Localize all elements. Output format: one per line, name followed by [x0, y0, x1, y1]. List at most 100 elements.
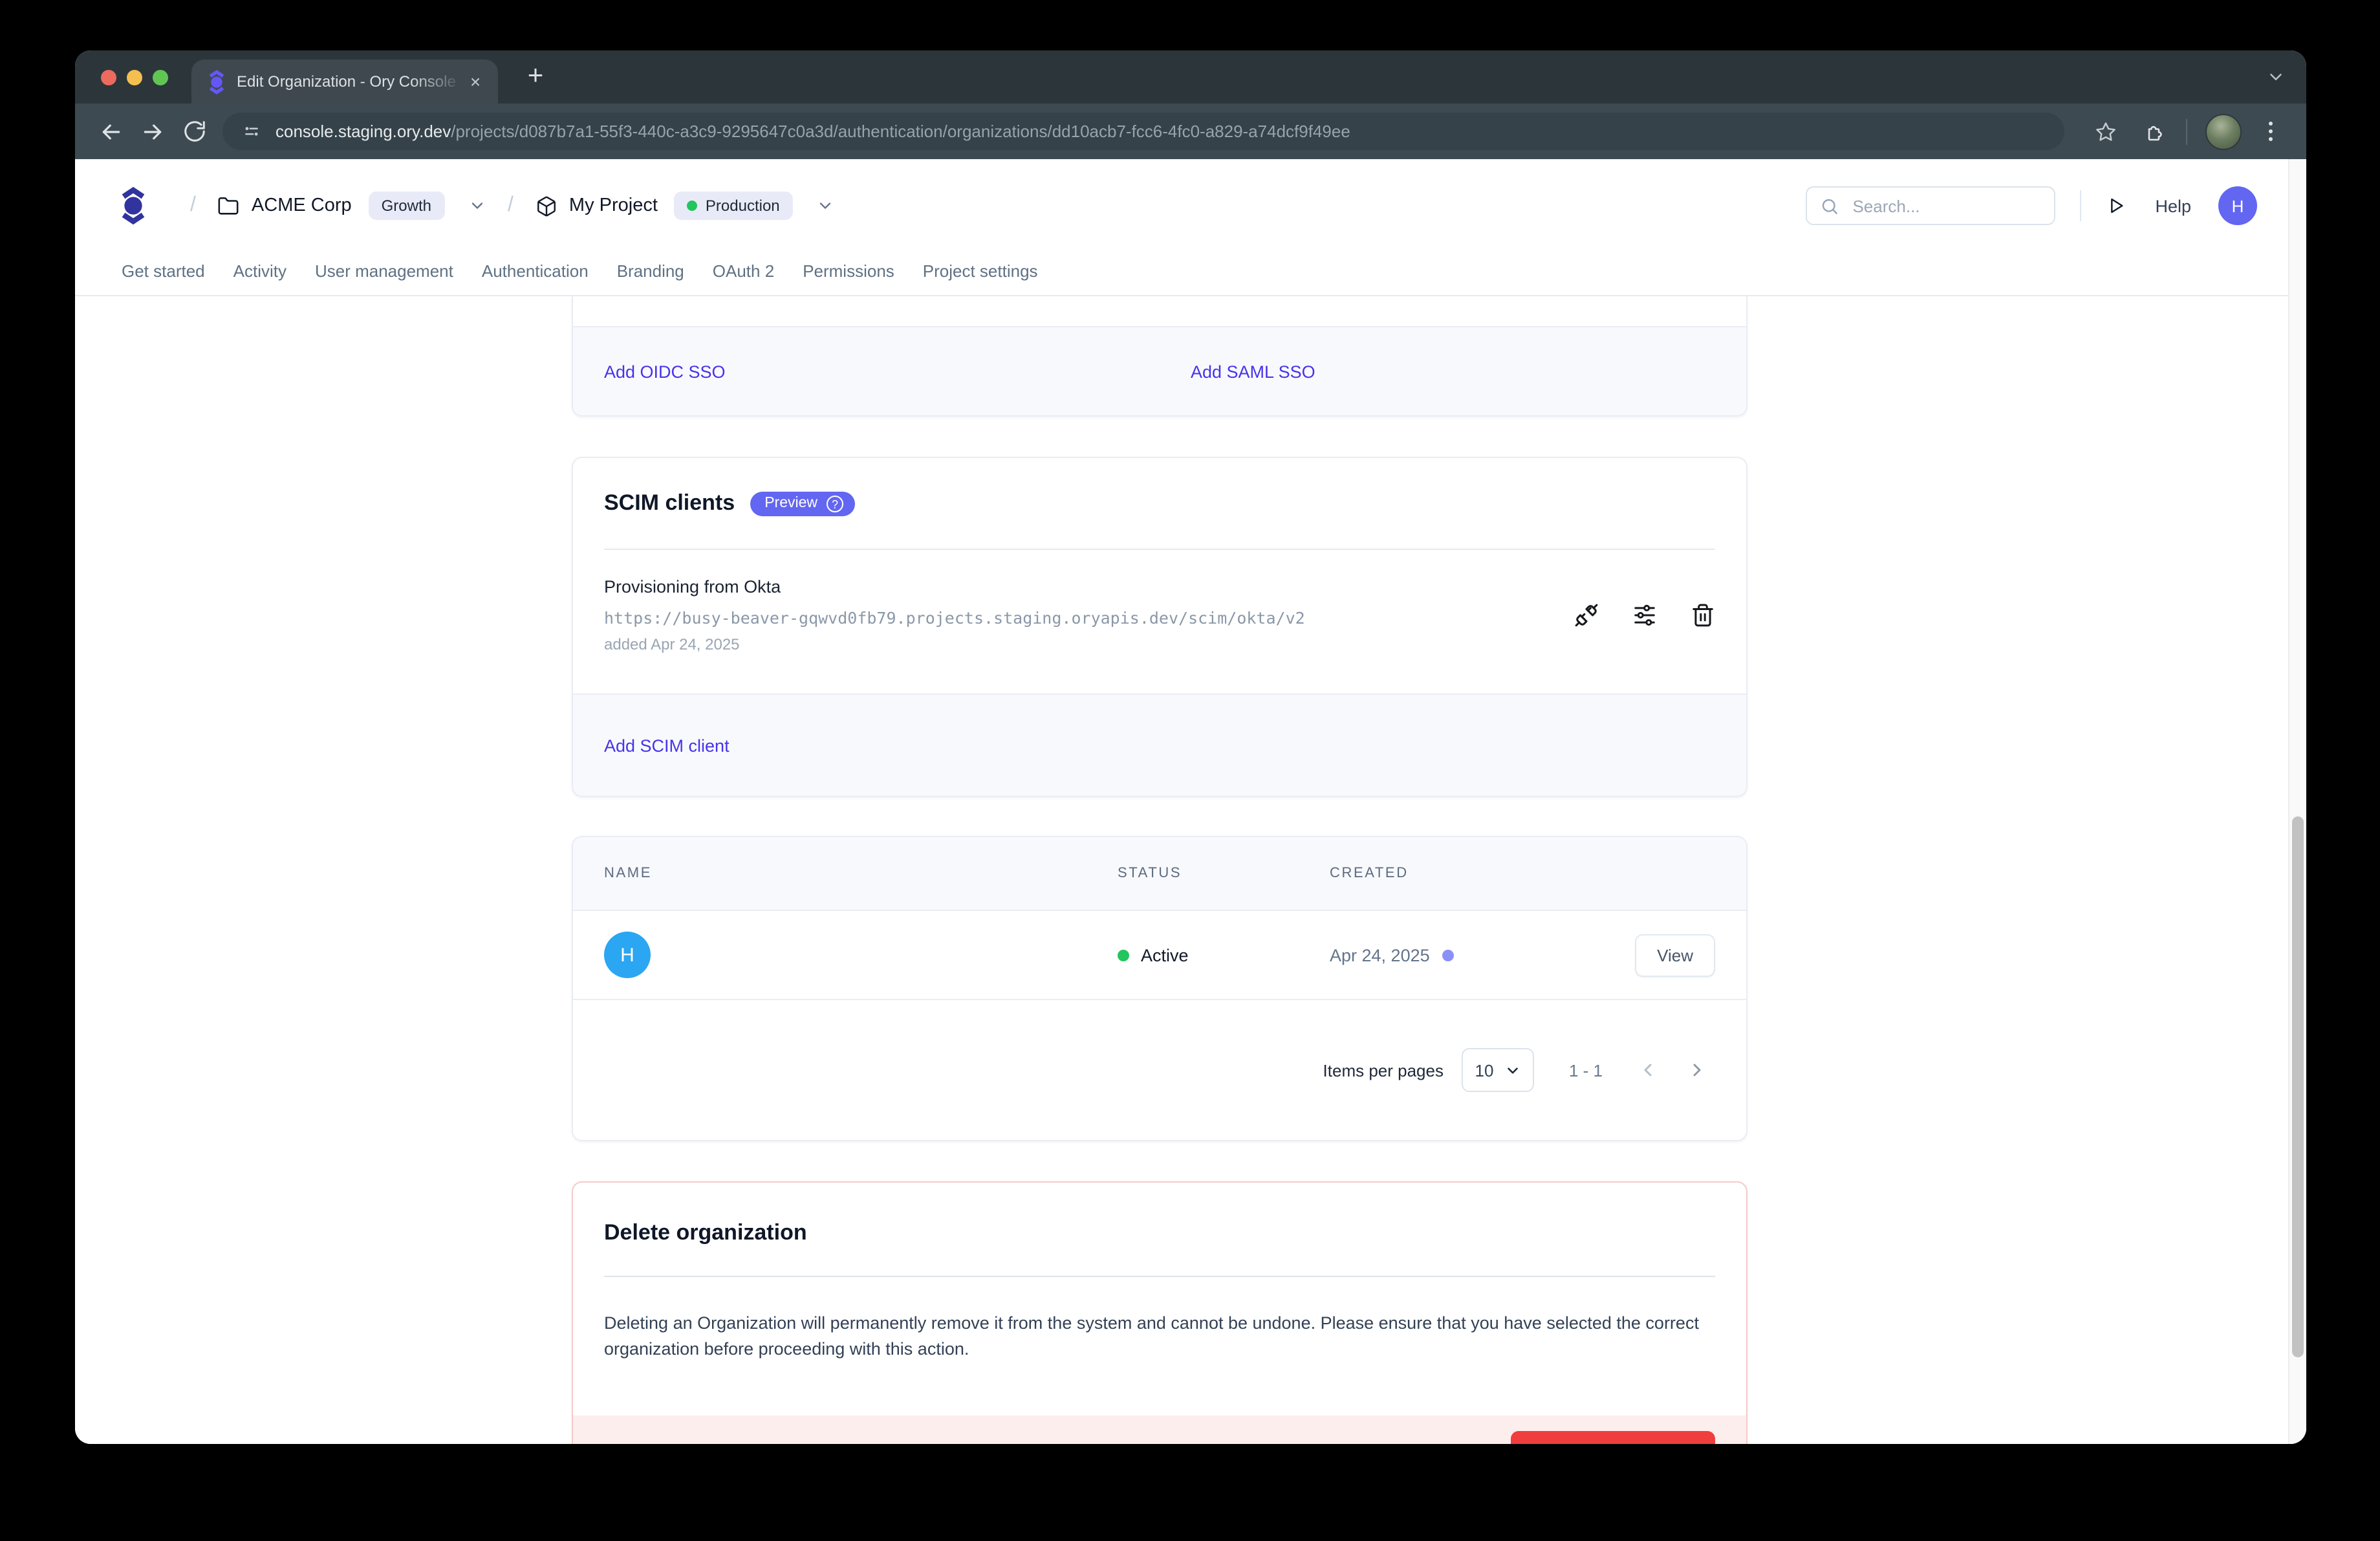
nav-oauth2[interactable]: OAuth 2: [713, 261, 774, 281]
unplug-icon[interactable]: [1574, 602, 1599, 627]
scim-client-actions: [1574, 602, 1715, 627]
ory-console-app: / ACME Corp Growth /: [75, 159, 2306, 1444]
items-per-page-select[interactable]: 10: [1462, 1048, 1534, 1092]
sso-card-footer: Add OIDC SSO Add SAML SSO: [573, 326, 1746, 415]
breadcrumb-separator: /: [190, 194, 196, 217]
pagination-range: 1 - 1: [1569, 1060, 1603, 1080]
column-status: STATUS: [1118, 866, 1330, 881]
zoom-window-button[interactable]: [153, 70, 168, 85]
address-bar[interactable]: console.staging.ory.dev/projects/d087b7a…: [222, 113, 2064, 150]
table-row[interactable]: H Active Apr 24, 2025 View: [573, 911, 1746, 999]
nav-branding[interactable]: Branding: [617, 261, 684, 281]
items-per-page-label: Items per pages: [1323, 1060, 1444, 1080]
organization-avatar: H: [604, 932, 651, 978]
scim-client-name: Provisioning from Okta: [604, 576, 1305, 598]
table-pagination: Items per pages 10 1 - 1: [573, 1000, 1746, 1140]
preview-badge[interactable]: Preview?: [750, 491, 855, 516]
scim-card-title: SCIM clients: [604, 489, 735, 518]
add-oidc-sso-link[interactable]: Add OIDC SSO: [573, 362, 1160, 381]
user-avatar[interactable]: H: [2218, 186, 2257, 225]
tab-search-chevron-icon[interactable]: [2266, 67, 2286, 87]
nav-user-management[interactable]: User management: [315, 261, 453, 281]
delete-organization-card: Delete organization Deleting an Organiza…: [572, 1181, 1747, 1444]
previous-page-icon[interactable]: [1638, 1060, 1658, 1080]
search-box[interactable]: [1806, 186, 2055, 225]
minimize-window-button[interactable]: [127, 70, 142, 85]
sso-card-body: [573, 296, 1746, 326]
browser-tabstrip: Edit Organization - Ory Console × +: [75, 50, 2306, 104]
workspace-crumb[interactable]: ACME Corp Growth: [218, 191, 486, 220]
scim-card-header: SCIM clients Preview?: [573, 458, 1746, 518]
toolbar-right-cluster: [2077, 111, 2291, 152]
screenshot-stage: Edit Organization - Ory Console × +: [0, 0, 2380, 1541]
sso-card: Add OIDC SSO Add SAML SSO: [572, 296, 1747, 417]
help-circle-icon: ?: [827, 495, 843, 512]
ory-favicon-icon: [208, 68, 225, 95]
browser-toolbar: console.staging.ory.dev/projects/d087b7a…: [75, 104, 2306, 159]
search-icon: [1820, 196, 1839, 215]
delete-card-divider: [604, 1276, 1715, 1277]
workspace-chevron-down-icon[interactable]: [468, 197, 486, 215]
project-chevron-down-icon[interactable]: [816, 197, 834, 215]
select-chevron-down-icon: [1504, 1062, 1520, 1078]
project-nav: Get started Activity User management Aut…: [122, 261, 1038, 281]
forward-button[interactable]: [132, 111, 173, 152]
app-header: / ACME Corp Growth /: [75, 159, 2306, 296]
new-tab-button[interactable]: +: [520, 61, 551, 92]
header-divider: [2080, 190, 2081, 221]
tab-title: Edit Organization - Ory Console: [237, 72, 464, 91]
organizations-table-card: NAME STATUS CREATED H Active Apr 24, 202…: [572, 836, 1747, 1141]
created-dot-icon: [1443, 949, 1455, 961]
reload-button[interactable]: [173, 111, 215, 152]
delete-card-title: Delete organization: [604, 1220, 807, 1245]
extensions-icon[interactable]: [2134, 111, 2176, 152]
trash-icon[interactable]: [1691, 602, 1715, 627]
header-breadcrumb-row: / ACME Corp Growth /: [120, 159, 2257, 252]
bookmark-star-icon[interactable]: [2085, 111, 2126, 152]
created-cell: Apr 24, 2025: [1330, 945, 1635, 965]
macos-traffic-lights: [101, 70, 168, 85]
tab-close-icon[interactable]: ×: [464, 71, 486, 93]
project-name: My Project: [569, 195, 658, 216]
site-settings-icon[interactable]: [241, 120, 263, 142]
close-window-button[interactable]: [101, 70, 116, 85]
column-created: CREATED: [1330, 866, 1715, 881]
nav-activity[interactable]: Activity: [233, 261, 287, 281]
help-link[interactable]: Help: [2155, 196, 2191, 215]
nav-get-started[interactable]: Get started: [122, 261, 205, 281]
delete-organization-button[interactable]: Delete organization: [1511, 1431, 1715, 1444]
environment-dot-icon: [687, 201, 698, 211]
browser-tab[interactable]: Edit Organization - Ory Console ×: [191, 60, 498, 104]
browser-window: Edit Organization - Ory Console × +: [75, 50, 2306, 1444]
scim-client-info: Provisioning from Okta https://busy-beav…: [604, 576, 1305, 653]
folder-icon: [218, 195, 240, 217]
scim-card-footer: Add SCIM client: [573, 694, 1746, 796]
scim-divider: [604, 549, 1715, 550]
browser-menu-icon[interactable]: [2249, 111, 2291, 152]
scim-client-added-date: added Apr 24, 2025: [604, 635, 1305, 653]
scrollbar-thumb[interactable]: [2292, 816, 2304, 1357]
column-name: NAME: [604, 866, 1118, 881]
delete-card-header: Delete organization: [573, 1183, 1746, 1247]
sliders-icon[interactable]: [1632, 602, 1657, 627]
package-icon: [536, 195, 557, 217]
back-button[interactable]: [91, 111, 132, 152]
add-scim-client-link[interactable]: Add SCIM client: [604, 736, 730, 755]
browser-profile-avatar[interactable]: [2205, 113, 2242, 149]
breadcrumb-separator: /: [508, 194, 514, 217]
plan-badge: Growth: [369, 191, 444, 220]
scim-client-url: https://busy-beaver-gqwvd0fb79.projects.…: [604, 608, 1305, 628]
nav-permissions[interactable]: Permissions: [803, 261, 894, 281]
ory-logo-icon[interactable]: [120, 186, 146, 225]
add-saml-sso-link[interactable]: Add SAML SSO: [1160, 362, 1746, 381]
run-playground-icon[interactable]: [2106, 195, 2126, 216]
view-button[interactable]: View: [1635, 934, 1715, 976]
nav-authentication[interactable]: Authentication: [482, 261, 589, 281]
nav-project-settings[interactable]: Project settings: [923, 261, 1038, 281]
search-input[interactable]: [1850, 195, 2041, 217]
next-page-icon[interactable]: [1687, 1060, 1707, 1080]
project-crumb[interactable]: My Project Production: [536, 191, 834, 220]
workspace-name: ACME Corp: [252, 195, 352, 216]
delete-card-footer: This action cannot be undone Delete orga…: [573, 1415, 1746, 1444]
scim-client-row: Provisioning from Okta https://busy-beav…: [604, 576, 1715, 653]
